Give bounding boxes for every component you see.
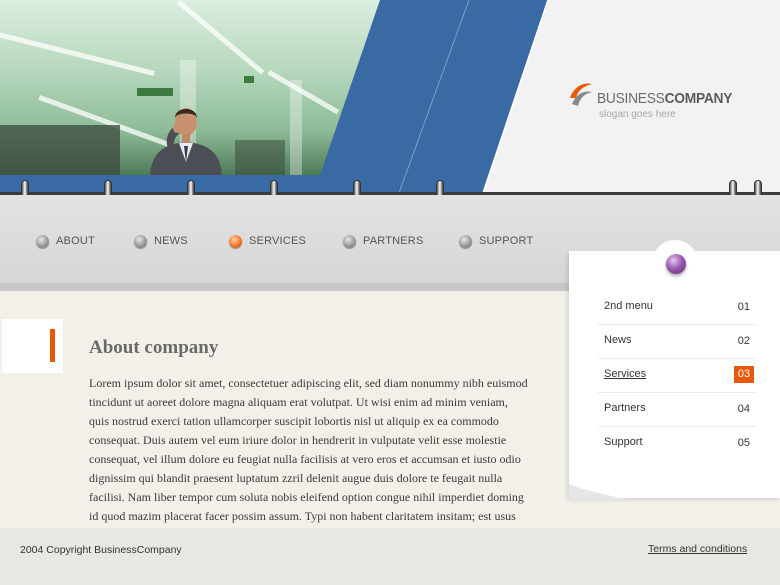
side-menu-label: Support: [604, 436, 643, 448]
nav-bullet-icon: [134, 234, 147, 248]
content-body-text: Lorem ipsum dolor sit amet, consectetuer…: [89, 376, 528, 523]
side-menu-item-support[interactable]: Support 05: [598, 427, 756, 461]
nav-item-services[interactable]: SERVICES: [229, 234, 306, 248]
brand-slogan: slogan goes here: [599, 109, 676, 120]
terms-link[interactable]: Terms and conditions: [648, 543, 747, 555]
page-title: About company: [89, 337, 219, 358]
side-menu-item-2nd-menu[interactable]: 2nd menu 01: [598, 291, 756, 325]
side-menu-label: News: [604, 334, 632, 346]
side-menu-number: 04: [737, 403, 750, 415]
section-marker: [2, 319, 63, 373]
side-menu-label: Partners: [604, 402, 646, 414]
nav-item-about[interactable]: ABOUT: [36, 234, 95, 248]
nav-bullet-active-icon: [229, 234, 242, 248]
nav-item-label: SUPPORT: [479, 235, 534, 247]
side-menu-number: 05: [737, 437, 750, 449]
side-menu-label: 2nd menu: [604, 300, 653, 312]
side-menu-item-partners[interactable]: Partners 04: [598, 393, 756, 427]
nav-item-support[interactable]: SUPPORT: [459, 234, 533, 248]
nav-item-label: PARTNERS: [363, 235, 424, 247]
copyright-text: 2004 Copyright BusinessCompany: [20, 544, 182, 556]
nav-item-label: SERVICES: [249, 235, 307, 247]
brand-name-part1: BUSINESS: [597, 90, 665, 107]
side-menu-item-news[interactable]: News 02: [598, 325, 756, 359]
nav-item-partners[interactable]: PARTNERS: [343, 234, 423, 248]
nav-bullet-icon: [36, 234, 49, 248]
pushpin-icon: [666, 254, 686, 274]
side-menu-number: 01: [737, 301, 750, 313]
page-curl: [569, 484, 629, 500]
brand-name-part2: COMPANY: [664, 90, 733, 107]
nav-bullet-icon: [343, 234, 356, 248]
nav-item-news[interactable]: NEWS: [134, 234, 188, 248]
nav-item-label: ABOUT: [56, 235, 95, 247]
side-menu-label: Services: [604, 368, 647, 380]
side-menu-item-services[interactable]: Services 03: [598, 359, 756, 393]
nav-bullet-icon: [459, 234, 472, 248]
brand-logo[interactable]: BUSINESSCOMPANY slogan goes here: [568, 80, 768, 130]
side-menu-number: 02: [737, 335, 750, 347]
footer: 2004 Copyright BusinessCompany Terms and…: [0, 528, 780, 585]
nav-item-label: NEWS: [154, 235, 188, 247]
header: BUSINESSCOMPANY slogan goes here: [0, 0, 780, 195]
section-marker-bar: [50, 329, 55, 362]
brand-name: BUSINESSCOMPANY: [597, 90, 732, 107]
side-menu-number-active: 03: [734, 366, 754, 383]
logo-swoosh-icon: [570, 83, 592, 106]
